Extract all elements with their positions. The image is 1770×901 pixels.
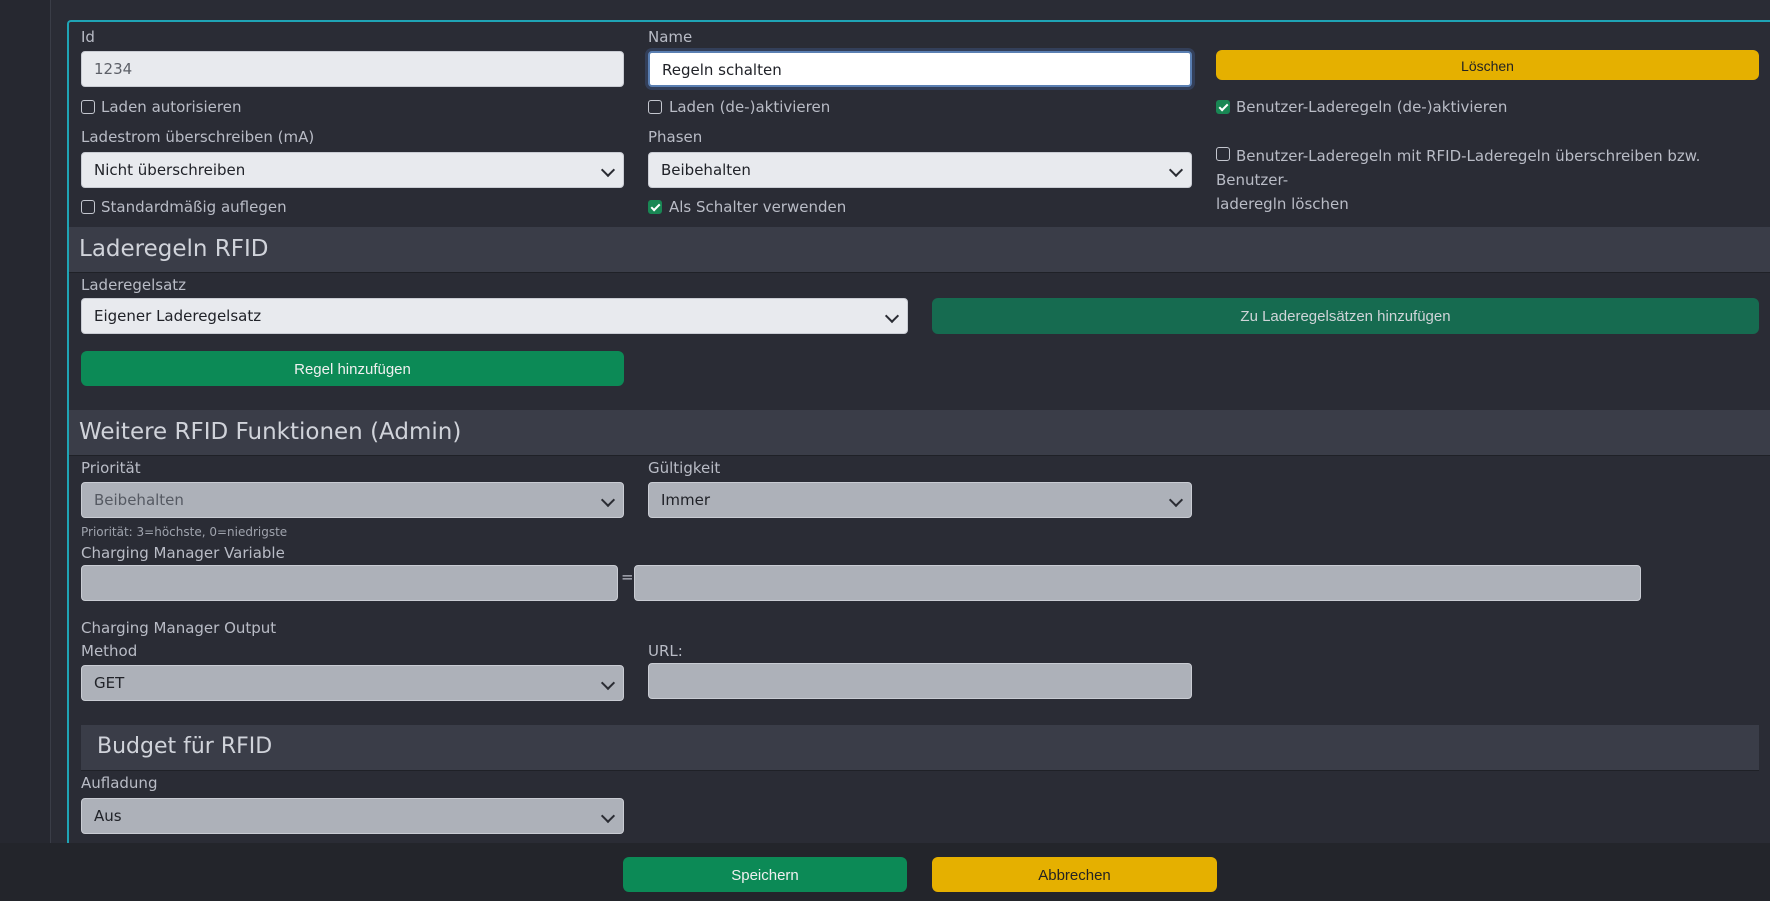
- chevron-down-icon: [1168, 162, 1184, 178]
- cm-variable-value-input[interactable]: [634, 565, 1641, 601]
- rules-section-header: Laderegeln RFID: [69, 227, 1770, 273]
- authorize-label: Laden autorisieren: [101, 98, 242, 116]
- priority-label: Priorität: [81, 459, 141, 477]
- priority-select-value: Beibehalten: [94, 491, 184, 509]
- left-sidebar: [0, 0, 51, 901]
- method-label: Method: [81, 642, 138, 660]
- user-rules-label: Benutzer-Laderegeln (de-)aktivieren: [1236, 98, 1508, 116]
- chevron-down-icon: [884, 308, 900, 324]
- url-input[interactable]: [648, 663, 1192, 699]
- budget-section-header: Budget für RFID: [81, 725, 1759, 771]
- user-rules-checkbox[interactable]: [1216, 100, 1230, 114]
- override-label: Benutzer-Laderegeln mit RFID-Laderegeln …: [1216, 144, 1736, 216]
- add-rule-button[interactable]: Regel hinzufügen: [81, 351, 624, 386]
- delete-button[interactable]: Löschen: [1216, 50, 1759, 80]
- switch-label: Als Schalter verwenden: [669, 198, 847, 216]
- chevron-down-icon: [600, 492, 616, 508]
- charging-label: Aufladung: [81, 774, 158, 792]
- priority-select[interactable]: Beibehalten: [81, 482, 624, 518]
- current-label: Ladestrom überschreiben (mA): [81, 128, 315, 146]
- default-hangup-label: Standardmäßig auflegen: [101, 198, 287, 216]
- validity-select[interactable]: Immer: [648, 482, 1192, 518]
- current-select-value: Nicht überschreiben: [94, 161, 246, 179]
- default-hangup-checkbox[interactable]: [81, 200, 95, 214]
- name-label: Name: [648, 28, 693, 46]
- phases-select[interactable]: Beibehalten: [648, 152, 1192, 188]
- chevron-down-icon: [600, 162, 616, 178]
- method-select-value: GET: [94, 674, 125, 692]
- activate-checkbox[interactable]: [648, 100, 662, 114]
- activate-label: Laden (de-)aktivieren: [669, 98, 831, 116]
- name-input[interactable]: Regeln schalten: [648, 51, 1192, 87]
- cancel-button[interactable]: Abbrechen: [932, 857, 1217, 892]
- charging-select-value: Aus: [94, 807, 122, 825]
- add-to-rule-sets-button[interactable]: Zu Laderegelsätzen hinzufügen: [932, 298, 1759, 334]
- cm-variable-name-input[interactable]: [81, 565, 618, 601]
- id-input[interactable]: 1234: [81, 51, 624, 87]
- id-label: Id: [81, 28, 95, 46]
- rule-set-select[interactable]: Eigener Laderegelsatz: [81, 298, 908, 334]
- equals-sign: =: [621, 568, 634, 586]
- chevron-down-icon: [600, 808, 616, 824]
- override-label-line2: laderegln löschen: [1216, 195, 1349, 213]
- rule-set-select-value: Eigener Laderegelsatz: [94, 307, 262, 325]
- priority-hint: Priorität: 3=höchste, 0=niedrigste: [81, 525, 288, 539]
- admin-section-header: Weitere RFID Funktionen (Admin): [69, 410, 1770, 456]
- rule-set-label: Laderegelsatz: [81, 276, 187, 294]
- phases-label: Phasen: [648, 128, 703, 146]
- authorize-checkbox[interactable]: [81, 100, 95, 114]
- validity-label: Gültigkeit: [648, 459, 721, 477]
- url-label: URL:: [648, 642, 683, 660]
- chevron-down-icon: [1168, 492, 1184, 508]
- chevron-down-icon: [600, 675, 616, 691]
- cm-output-label: Charging Manager Output: [81, 619, 277, 637]
- save-button[interactable]: Speichern: [623, 857, 907, 892]
- cm-variable-label: Charging Manager Variable: [81, 544, 285, 562]
- validity-select-value: Immer: [661, 491, 711, 509]
- charging-select[interactable]: Aus: [81, 798, 624, 834]
- phases-select-value: Beibehalten: [661, 161, 751, 179]
- method-select[interactable]: GET: [81, 665, 624, 701]
- switch-checkbox[interactable]: [648, 200, 662, 214]
- current-select[interactable]: Nicht überschreiben: [81, 152, 624, 188]
- override-label-line1: Benutzer-Laderegeln mit RFID-Laderegeln …: [1216, 147, 1701, 189]
